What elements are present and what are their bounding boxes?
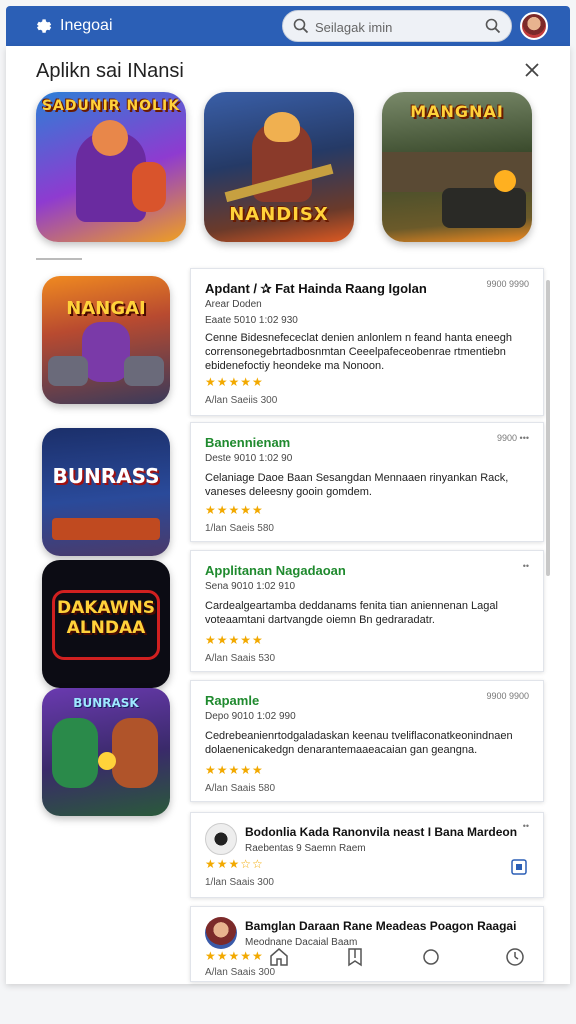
app-description: Cenne Bidesnefececlat denien anlonlem n … [205, 332, 513, 372]
app-footer: 1/lan Saeis 580 [205, 523, 274, 534]
app-footer: 1/lan Saais 300 [205, 877, 274, 888]
star-rating: ★★★★★ [205, 633, 264, 647]
gear-icon[interactable] [32, 16, 52, 36]
app-title: Rapamle [205, 693, 260, 708]
close-icon[interactable] [522, 60, 542, 80]
app-meta: •• [522, 821, 529, 831]
avatar[interactable] [520, 12, 548, 40]
search-bar[interactable] [282, 10, 512, 42]
featured-art-text: NANDISX [229, 204, 329, 225]
app-icon [205, 917, 237, 949]
star-rating: ★★★★★ [205, 949, 264, 963]
search-submit-icon[interactable] [485, 18, 501, 34]
thumbnail-art-text: BUNRASK [73, 696, 139, 710]
app-thumbnail[interactable]: BUNRASK [42, 688, 170, 816]
circle-icon[interactable] [420, 946, 442, 968]
app-footer: A/lan Saeiis 300 [205, 395, 278, 406]
list-item[interactable]: Banennienam 9900 ••• Deste 9010 1:02 90 … [190, 422, 544, 542]
search-icon [293, 18, 309, 34]
search-input[interactable] [315, 17, 475, 37]
home-icon[interactable] [268, 946, 290, 968]
app-thumbnail[interactable]: DAKAWNS ALNDAA [42, 560, 170, 688]
app-date: Deste 9010 1:02 90 [205, 453, 293, 464]
star-rating: ★★★★★ [205, 763, 264, 777]
star-rating: ★★★★★ [205, 375, 264, 389]
app-description: Cardealgeartamba deddanams fenita tian a… [205, 600, 498, 626]
featured-app-3[interactable]: MANGNAI [382, 92, 532, 242]
app-thumbnail[interactable]: BUNRASS [42, 428, 170, 556]
thumbnail-art-text: BUNRASS [52, 464, 160, 488]
history-icon[interactable] [504, 946, 526, 968]
app-date: Depo 9010 1:02 990 [205, 711, 296, 722]
thumbnail-art-text: DAKAWNS ALNDAA [56, 598, 156, 638]
app-title: Apdant / ✰ Fat Hainda Raang Igolan [205, 281, 427, 296]
app-meta: 9900 9990 [486, 279, 529, 289]
top-bar: Inegoai [6, 6, 570, 46]
app-meta: 9900 ••• [497, 433, 529, 443]
open-icon[interactable] [511, 859, 527, 875]
app-name: Inegoai [60, 17, 113, 34]
list-item[interactable]: Apdant / ✰ Fat Hainda Raang Igolan Arear… [190, 268, 544, 416]
app-footer: A/lan Saais 300 [205, 967, 276, 978]
scrollbar[interactable] [546, 280, 550, 576]
bookmark-icon[interactable] [344, 946, 366, 968]
list-item[interactable]: Bodonlia Kada Ranonvila neast I Bana Mar… [190, 812, 544, 898]
bottom-nav [268, 944, 544, 970]
featured-app-1[interactable]: SADUNIR NOLIK [36, 92, 186, 242]
section-divider [36, 258, 82, 260]
app-footer: A/lan Saais 580 [205, 783, 276, 794]
app-title: Applitanan Nagadaoan [205, 563, 346, 578]
app-description: Cedrebeanienrtodgaladaskan keenau tvelif… [205, 730, 513, 756]
app-thumbnail[interactable]: NANGAI [42, 276, 170, 404]
app-meta: •• [522, 561, 529, 571]
app-publisher: Raebentas 9 Saemn Raem [245, 843, 366, 854]
list-item[interactable]: Applitanan Nagadaoan •• Sena 9010 1:02 9… [190, 550, 544, 672]
app-icon [205, 823, 237, 855]
app-publisher: Arear Doden [205, 299, 262, 310]
app-description: Celaniage Daoe Baan Sesangdan Mennaaen r… [205, 472, 509, 498]
app-title: Bamglan Daraan Rane Meadeas Poagon Raaga… [245, 919, 517, 933]
featured-app-2[interactable]: NANDISX [204, 92, 354, 242]
app-meta: 9900 9900 [486, 691, 529, 701]
app-title: Bodonlia Kada Ranonvila neast I Bana Mar… [245, 825, 518, 839]
sheet-title: Aplikn sai INansi [36, 60, 184, 82]
app-footer: A/lan Saais 530 [205, 653, 276, 664]
apps-sheet: Aplikn sai INansi SADUNIR NOLIK NANDISX … [6, 46, 570, 984]
featured-art-text: SADUNIR NOLIK [41, 98, 181, 114]
list-item[interactable]: Rapamle 9900 9900 Depo 9010 1:02 990 Ced… [190, 680, 544, 802]
star-rating: ★★★★★ [205, 503, 264, 517]
brand[interactable]: Inegoai [32, 16, 113, 36]
app-date: Sena 9010 1:02 910 [205, 581, 296, 592]
app-title: Banennienam [205, 435, 291, 450]
star-rating: ★★★☆☆ [205, 857, 264, 871]
app-date: Eaate 5010 1:02 930 [205, 315, 298, 326]
thumbnail-art-text: NANGAI [66, 298, 146, 319]
featured-art-text: MANGNAI [410, 102, 504, 121]
